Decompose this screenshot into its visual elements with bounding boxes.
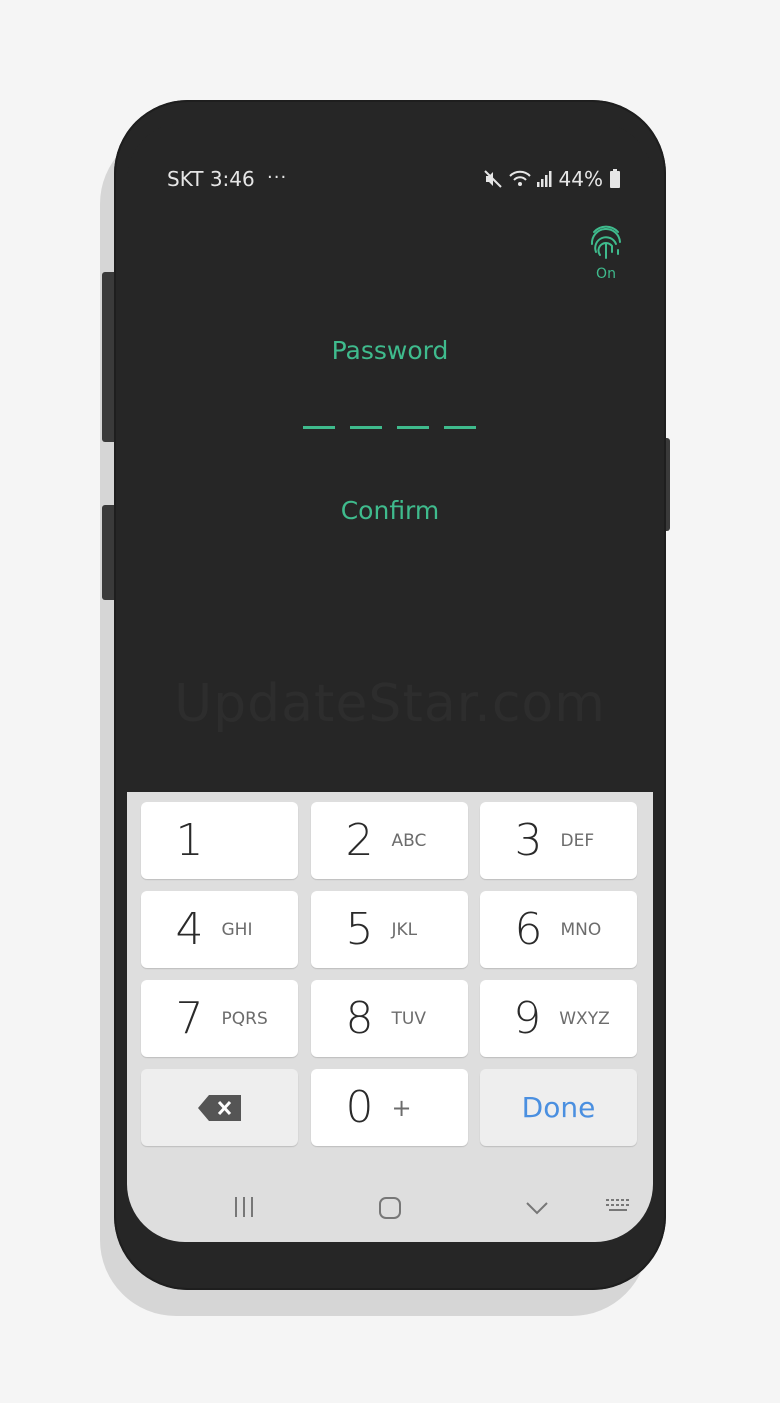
status-bar: SKT 3:46 ··· 44% (127, 122, 653, 191)
hide-keyboard-icon[interactable] (525, 1200, 549, 1216)
key-2[interactable]: 2 ABC (311, 802, 468, 879)
navigation-bar (127, 1172, 653, 1242)
key-letters: ABC (391, 830, 427, 851)
confirm-label: Confirm (340, 496, 440, 525)
key-letters: DEF (560, 830, 595, 851)
pin-slot (397, 426, 429, 429)
mute-icon (483, 170, 502, 188)
backspace-icon (197, 1094, 241, 1121)
battery-percent: 44% (558, 167, 603, 191)
key-letters: MNO (560, 919, 602, 940)
password-label: Password (331, 336, 449, 365)
watermark: UpdateStar.com (174, 674, 606, 734)
keyboard-switch-icon[interactable] (605, 1198, 633, 1216)
key-digit: 5 (345, 904, 374, 955)
done-label: Done (521, 1091, 596, 1124)
key-letters: PQRS (221, 1008, 268, 1029)
recent-apps-icon[interactable] (232, 1196, 256, 1218)
battery-icon (610, 169, 620, 188)
fingerprint-toggle[interactable]: On (585, 222, 627, 282)
home-icon[interactable] (378, 1196, 402, 1220)
key-digit: 6 (514, 904, 543, 955)
key-digit: 4 (175, 904, 204, 955)
key-4[interactable]: 4 GHI (141, 891, 298, 968)
status-icons: 44% (483, 167, 621, 191)
key-letters: JKL (391, 919, 418, 940)
key-digit: 8 (345, 993, 374, 1044)
key-9[interactable]: 9 WXYZ (480, 980, 637, 1057)
key-8[interactable]: 8 TUV (311, 980, 468, 1057)
key-letters: TUV (391, 1008, 426, 1029)
pin-slot (444, 426, 476, 429)
key-letters: GHI (221, 919, 253, 940)
key-digit: 1 (175, 815, 204, 866)
signal-icon (536, 171, 552, 187)
screen: SKT 3:46 ··· 44% On Password Confirm Upd… (127, 122, 653, 1242)
key-letters: WXYZ (559, 1008, 610, 1029)
fingerprint-icon (590, 225, 621, 259)
key-6[interactable]: 6 MNO (480, 891, 637, 968)
key-digit: 3 (514, 815, 543, 866)
key-7[interactable]: 7 PQRS (141, 980, 298, 1057)
pin-slot (350, 426, 382, 429)
key-digit: 0 (345, 1082, 374, 1133)
key-letters: + (391, 1093, 412, 1122)
key-1[interactable]: 1 (141, 802, 298, 879)
pin-input[interactable] (303, 426, 476, 429)
fingerprint-status: On (596, 266, 616, 282)
key-5[interactable]: 5 JKL (311, 891, 468, 968)
key-3[interactable]: 3 DEF (480, 802, 637, 879)
done-button[interactable]: Done (480, 1069, 637, 1146)
more-notifications: ··· (267, 167, 288, 188)
key-0[interactable]: 0 + (311, 1069, 468, 1146)
carrier-time: SKT 3:46 (167, 167, 255, 191)
backspace-button[interactable] (141, 1069, 298, 1146)
key-digit: 2 (345, 815, 374, 866)
key-digit: 9 (513, 993, 542, 1044)
pin-slot (303, 426, 335, 429)
wifi-icon (508, 170, 531, 186)
key-digit: 7 (175, 993, 204, 1044)
